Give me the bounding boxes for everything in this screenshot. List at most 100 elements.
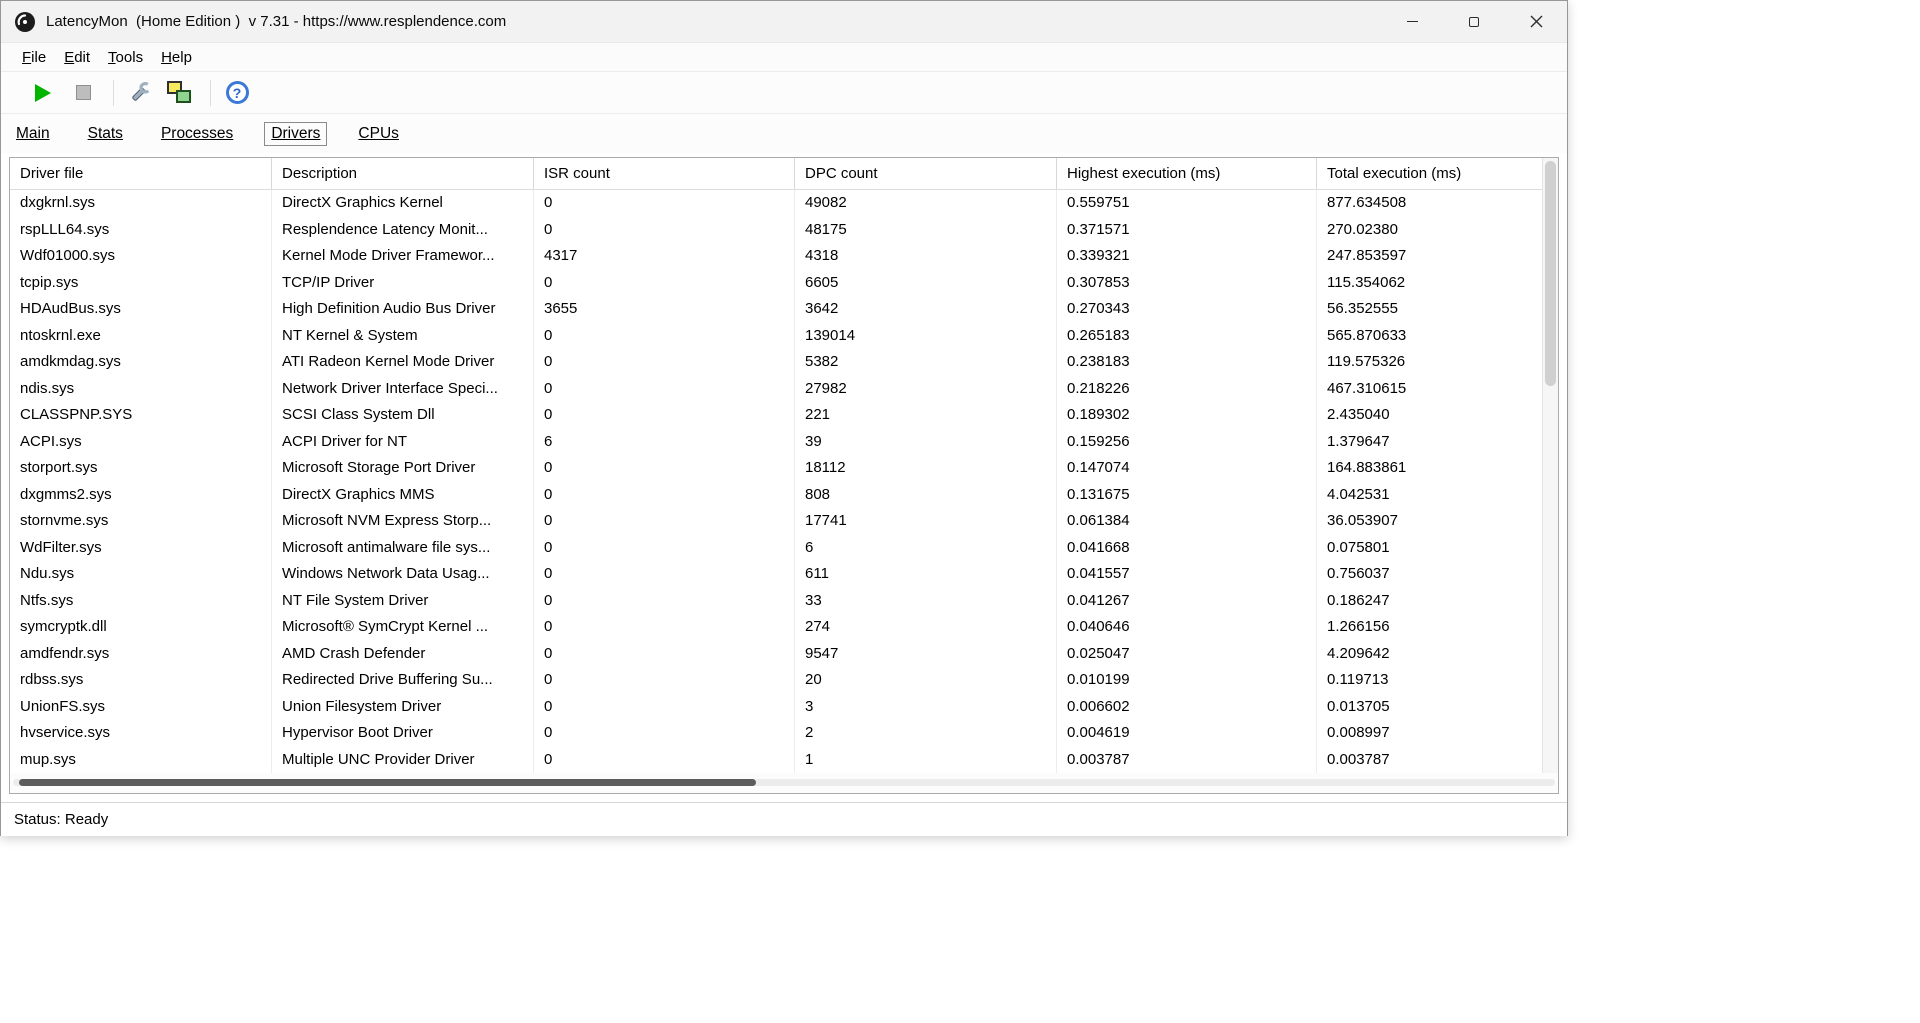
table-row[interactable]: WdFilter.sys Microsoft antimalware file s… — [10, 534, 1558, 561]
table-row[interactable]: tcpip.sys TCP/IP Driver 0 6605 0.307853 115.3… — [10, 269, 1558, 296]
start-monitor-button[interactable] — [25, 77, 61, 109]
table-cell: 0 — [534, 746, 795, 773]
table-cell: AMD Crash Defender — [272, 640, 534, 667]
table-cell: 9547 — [795, 640, 1057, 667]
table-cell: 0.061384 — [1057, 508, 1317, 535]
table-cell: 0.004619 — [1057, 720, 1317, 747]
tab-stats[interactable]: Stats — [81, 122, 130, 146]
table-cell: 0.265183 — [1057, 322, 1317, 349]
table-cell: 0.041557 — [1057, 561, 1317, 588]
tab-cpus[interactable]: CPUs — [351, 122, 405, 146]
table-cell: NT File System Driver — [272, 587, 534, 614]
column-header[interactable]: Highest execution (ms) — [1057, 158, 1317, 189]
table-cell: 33 — [795, 587, 1057, 614]
table-cell: 467.310615 — [1327, 379, 1407, 397]
table-row[interactable]: hvservice.sys Hypervisor Boot Driver 0 2 0.0… — [10, 720, 1558, 747]
table-header: Driver file Description ISR count DPC count… — [10, 158, 1558, 190]
table-cell: 2.435040 — [1327, 406, 1390, 423]
column-header[interactable]: Total execution (ms) — [1317, 158, 1558, 189]
table-row[interactable]: ACPI.sys ACPI Driver for NT 6 39 0.159256 1.3… — [10, 428, 1558, 455]
maximize-button[interactable] — [1443, 1, 1505, 42]
menu-file[interactable]: File — [13, 49, 55, 66]
table-cell: 1.266156 — [1327, 618, 1390, 635]
table-cell: 2 — [795, 720, 1057, 747]
table-cell: 611 — [795, 561, 1057, 588]
table-cell: 1.379647 — [1327, 432, 1390, 450]
column-header[interactable]: Driver file — [10, 158, 272, 189]
table-cell: 221 — [795, 402, 1057, 429]
menu-tools[interactable]: Tools — [99, 49, 152, 66]
table-row[interactable]: dxgkrnl.sys DirectX Graphics Kernel 0 49082… — [10, 190, 1558, 217]
maximize-icon — [1469, 16, 1479, 27]
horizontal-scrollbar-thumb[interactable] — [19, 779, 756, 786]
table-row[interactable]: storport.sys Microsoft Storage Port Drive… — [10, 455, 1558, 482]
stop-monitor-button[interactable] — [65, 77, 101, 109]
table-row[interactable]: CLASSPNP.SYS SCSI Class System Dll 0 221 0.1… — [10, 402, 1558, 429]
table-row[interactable]: stornvme.sys Microsoft NVM Express Storp.… — [10, 508, 1558, 535]
table-row[interactable]: Wdf01000.sys Kernel Mode Driver Framewor.… — [10, 243, 1558, 270]
table-row[interactable]: symcryptk.dll Microsoft® SymCrypt Kernel … — [10, 614, 1558, 641]
table-row[interactable]: amdkmdag.sys ATI Radeon Kernel Mode Drive… — [10, 349, 1558, 376]
table-cell: SCSI Class System Dll — [272, 402, 534, 429]
horizontal-scrollbar[interactable] — [10, 773, 1558, 793]
table-cell: storport.sys — [10, 455, 272, 482]
tab-main[interactable]: Main — [9, 122, 57, 146]
table-row[interactable]: rspLLL64.sys Resplendence Latency Monit..… — [10, 216, 1558, 243]
table-row[interactable]: ntoskrnl.exe NT Kernel & System 0 139014 0.2… — [10, 322, 1558, 349]
table-cell: Microsoft Storage Port Driver — [272, 455, 534, 482]
table-cell: 0.119713 — [1327, 671, 1389, 688]
app-window: LatencyMon (Home Edition ) v 7.31 - http… — [0, 0, 1568, 836]
stop-icon — [75, 85, 91, 100]
table-cell: 270.02380 — [1327, 220, 1398, 238]
options-button[interactable] — [122, 77, 158, 109]
table-cell: 0 — [534, 508, 795, 535]
front-window-shape — [176, 89, 191, 103]
table-cell: 4.042531 — [1327, 485, 1390, 503]
vertical-scrollbar-thumb[interactable] — [1545, 161, 1556, 386]
table-row[interactable]: rdbss.sys Redirected Drive Buffering Su..… — [10, 667, 1558, 694]
minimize-button[interactable] — [1381, 1, 1443, 42]
table-cell: 4.209642 — [1327, 644, 1390, 662]
table-cell: stornvme.sys — [10, 508, 272, 535]
table-cell: UnionFS.sys — [10, 693, 272, 720]
column-header[interactable]: ISR count — [534, 158, 795, 189]
table-row[interactable]: mup.sys Multiple UNC Provider Driver 0 1 0.0… — [10, 746, 1558, 773]
menu-help[interactable]: Help — [152, 49, 201, 66]
table-row[interactable]: Ntfs.sys NT File System Driver 0 33 0.041267… — [10, 587, 1558, 614]
menu-edit[interactable]: Edit — [55, 49, 99, 66]
table-cell: 0 — [534, 455, 795, 482]
tab-drivers[interactable]: Drivers — [264, 121, 328, 146]
table-cell: 0.339321 — [1057, 243, 1317, 270]
drivers-table: Driver file Description ISR count DPC count… — [9, 157, 1559, 794]
report-window-button[interactable] — [162, 77, 198, 109]
close-button[interactable] — [1505, 1, 1567, 42]
table-cell: 0.013705 — [1327, 697, 1390, 715]
table-body: dxgkrnl.sys DirectX Graphics Kernel 0 49082… — [10, 190, 1558, 773]
table-cell: 0.186247 — [1327, 591, 1390, 609]
table-row[interactable]: Ndu.sys Windows Network Data Usag... 0 611 0… — [10, 561, 1558, 588]
table-cell: 0.147074 — [1057, 455, 1317, 482]
vertical-scrollbar[interactable] — [1542, 158, 1558, 773]
table-row[interactable]: dxgmms2.sys DirectX Graphics MMS 0 808 0.131… — [10, 481, 1558, 508]
toolbar: ? — [1, 72, 1567, 114]
table-row[interactable]: HDAudBus.sys High Definition Audio Bus Dr… — [10, 296, 1558, 323]
table-row[interactable]: UnionFS.sys Union Filesystem Driver 0 3 0.00… — [10, 693, 1558, 720]
table-cell: 36.053907 — [1327, 512, 1398, 529]
table-cell: 274 — [795, 614, 1057, 641]
table-cell: Union Filesystem Driver — [272, 693, 534, 720]
close-icon — [1530, 15, 1542, 28]
table-cell: ndis.sys — [10, 375, 272, 402]
table-cell: 6 — [795, 534, 1057, 561]
help-button[interactable]: ? — [219, 77, 255, 109]
table-cell: ntoskrnl.exe — [10, 322, 272, 349]
tab-processes[interactable]: Processes — [154, 122, 240, 146]
table-row[interactable]: ndis.sys Network Driver Interface Speci..… — [10, 375, 1558, 402]
table-cell: 0 — [534, 190, 795, 217]
table-cell: 56.352555 — [1327, 300, 1398, 317]
column-header[interactable]: DPC count — [795, 158, 1057, 189]
play-icon — [35, 83, 51, 102]
table-cell: DirectX Graphics Kernel — [272, 190, 534, 217]
title-bar[interactable]: LatencyMon (Home Edition ) v 7.31 - http… — [1, 1, 1567, 43]
column-header[interactable]: Description — [272, 158, 534, 189]
table-row[interactable]: amdfendr.sys AMD Crash Defender 0 9547 0.025… — [10, 640, 1558, 667]
